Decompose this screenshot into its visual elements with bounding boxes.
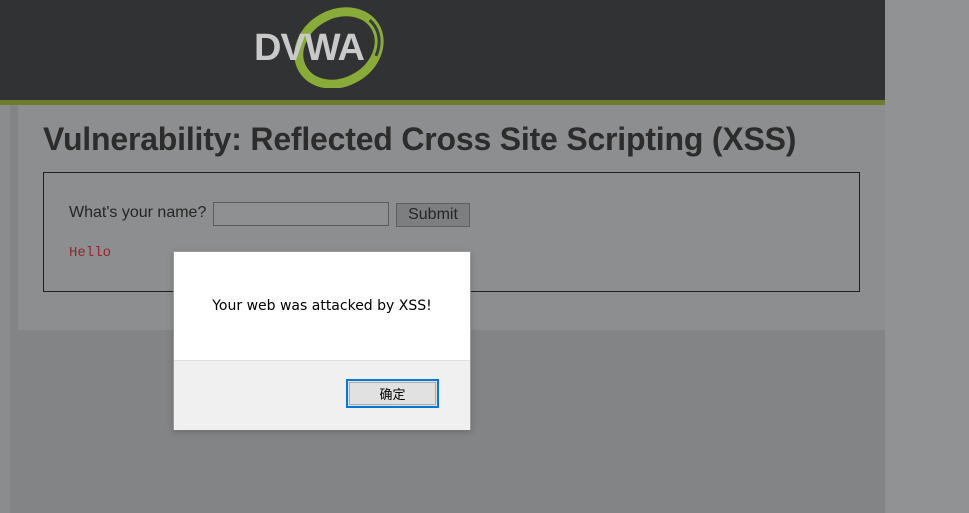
ok-button[interactable]: 确定 [346,379,439,408]
alert-message: Your web was attacked by XSS! [212,298,432,314]
dvwa-logo: DVWA [252,6,392,89]
page-background-strip [885,0,969,513]
page-title: Vulnerability: Reflected Cross Site Scri… [43,121,797,157]
logo-wordmark: DVWA [254,27,365,69]
name-field-label: What's your name? [69,204,207,221]
alert-dialog-footer: 确定 [174,360,470,430]
submit-button[interactable]: Submit [396,203,470,227]
alert-dialog: Your web was attacked by XSS! 确定 [173,251,471,430]
dvwa-logo-icon: DVWA [254,7,384,89]
name-input[interactable] [213,202,389,226]
site-header: DVWA [0,0,885,100]
page-left-edge [0,104,10,513]
reflected-output-text: Hello [69,245,112,261]
alert-dialog-body: Your web was attacked by XSS! [174,252,470,360]
